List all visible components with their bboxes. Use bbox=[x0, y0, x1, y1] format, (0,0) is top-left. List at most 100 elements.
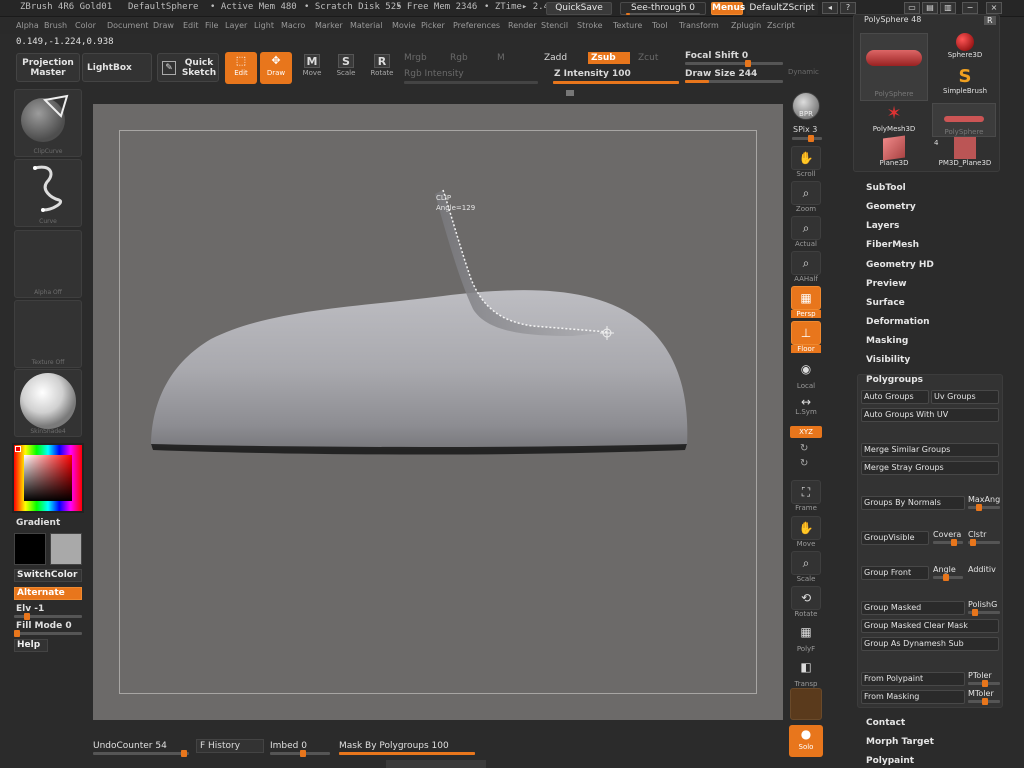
rotate-button[interactable]: R Rotate bbox=[366, 52, 398, 84]
solo-button[interactable]: ● Solo bbox=[789, 725, 823, 757]
scale-button[interactable]: S Scale bbox=[330, 52, 362, 84]
color-picker[interactable] bbox=[12, 443, 84, 513]
lightbox-button[interactable]: LightBox bbox=[82, 53, 152, 82]
menu-file[interactable]: File bbox=[205, 21, 218, 30]
merge-similar-groups-button[interactable]: Merge Similar Groups bbox=[861, 443, 999, 457]
menu-brush[interactable]: Brush bbox=[44, 21, 67, 30]
menu-edit[interactable]: Edit bbox=[183, 21, 199, 30]
menu-zscript[interactable]: Zscript bbox=[767, 21, 795, 30]
preview-menu[interactable]: Preview bbox=[866, 279, 907, 289]
move-view-button[interactable]: ✋ Move bbox=[789, 516, 823, 548]
group-front-button[interactable]: Group Front bbox=[861, 566, 929, 580]
brush-thumbnail[interactable]: ClipCurve bbox=[14, 89, 82, 157]
contact-menu[interactable]: Contact bbox=[866, 718, 905, 728]
menu-color[interactable]: Color bbox=[75, 21, 96, 30]
frame-button[interactable]: ⛶ Frame bbox=[789, 480, 823, 512]
auto-groups-button[interactable]: Auto Groups bbox=[861, 390, 929, 404]
help-icon[interactable]: ? bbox=[840, 2, 856, 14]
geometry-menu[interactable]: Geometry bbox=[866, 202, 916, 212]
spix-slider[interactable]: SPix 3 bbox=[793, 125, 817, 134]
menu-texture[interactable]: Texture bbox=[613, 21, 642, 30]
local-button[interactable]: ◉ Local bbox=[789, 358, 823, 390]
quick-sketch-button[interactable]: ✎ Quick Sketch bbox=[157, 53, 219, 82]
menu-render[interactable]: Render bbox=[508, 21, 536, 30]
bpr-button[interactable]: BPR bbox=[789, 92, 823, 120]
lsym-button[interactable]: ↔ L.Sym bbox=[789, 396, 823, 416]
uv-groups-button[interactable]: Uv Groups bbox=[931, 390, 999, 404]
visibility-menu[interactable]: Visibility bbox=[866, 355, 910, 365]
alpha-thumbnail[interactable]: Alpha Off bbox=[14, 230, 82, 298]
menu-document[interactable]: Document bbox=[107, 21, 148, 30]
layers-menu[interactable]: Layers bbox=[866, 221, 899, 231]
menu-stroke[interactable]: Stroke bbox=[577, 21, 603, 30]
projection-master-button[interactable]: Projection Master bbox=[16, 53, 80, 82]
history-button[interactable]: F History bbox=[196, 739, 264, 753]
group-masked-clear-mask-button[interactable]: Group Masked Clear Mask bbox=[861, 619, 999, 633]
close-icon[interactable]: × bbox=[986, 2, 1002, 14]
groups-by-normals-button[interactable]: Groups By Normals bbox=[861, 496, 965, 510]
xyz-button[interactable]: XYZ bbox=[790, 426, 822, 438]
polygroups-title[interactable]: Polygroups bbox=[866, 375, 923, 385]
stroke-thumbnail[interactable]: Curve bbox=[14, 159, 82, 227]
quicksave-button[interactable]: QuickSave bbox=[546, 2, 612, 15]
draw-size-slider[interactable]: Draw Size 244 bbox=[685, 69, 757, 79]
z-intensity-slider[interactable]: Z Intensity 100 bbox=[554, 69, 631, 79]
texture-thumbnail[interactable]: Texture Off bbox=[14, 300, 82, 368]
zoom-button[interactable]: ⌕ Zoom bbox=[789, 181, 823, 213]
material-thumbnail[interactable]: SkinShade4 bbox=[14, 369, 82, 437]
deformation-menu[interactable]: Deformation bbox=[866, 317, 930, 327]
zcut-button[interactable]: Zcut bbox=[638, 53, 658, 63]
gradient-label[interactable]: Gradient bbox=[16, 518, 60, 528]
menu-light[interactable]: Light bbox=[254, 21, 274, 30]
draw-button[interactable]: ✥ Draw bbox=[260, 52, 292, 84]
surface-menu[interactable]: Surface bbox=[866, 298, 905, 308]
from-masking-button[interactable]: From Masking bbox=[861, 690, 965, 704]
zsub-button[interactable]: Zsub bbox=[588, 52, 630, 64]
sculpt-viewport[interactable]: CLIP Angle=129 bbox=[93, 104, 783, 720]
tool-sphere3d[interactable]: Sphere3D bbox=[934, 33, 996, 67]
polypaint-menu[interactable]: Polypaint bbox=[866, 756, 914, 766]
rotate-view-button[interactable]: ⟲ Rotate bbox=[789, 586, 823, 618]
coverage-slider[interactable]: Covera bbox=[933, 530, 965, 539]
tool-polysphere-current[interactable]: PolySphere bbox=[860, 33, 928, 101]
rotate-y-icon[interactable]: ↻ bbox=[800, 443, 808, 454]
morph-target-menu[interactable]: Morph Target bbox=[866, 737, 934, 747]
menu-alpha[interactable]: Alpha bbox=[16, 21, 39, 30]
rgb-button[interactable]: Rgb bbox=[450, 53, 468, 63]
layout2-icon[interactable]: ▤ bbox=[922, 2, 938, 14]
aahalf-button[interactable]: ⌕ AAHalf bbox=[789, 251, 823, 283]
groupvisible-button[interactable]: GroupVisible bbox=[861, 531, 929, 545]
cluster-slider[interactable]: Clstr bbox=[968, 530, 1002, 539]
secondary-color-swatch[interactable] bbox=[50, 533, 82, 565]
tool-simplebrush[interactable]: S SimpleBrush bbox=[934, 67, 996, 101]
dynamic-button-disabled[interactable] bbox=[790, 688, 822, 720]
move-button[interactable]: M Move bbox=[296, 52, 328, 84]
main-color-swatch[interactable] bbox=[14, 533, 46, 565]
tool-pm3d-plane3d[interactable]: PM3D_Plane3D bbox=[934, 137, 996, 171]
menu-marker[interactable]: Marker bbox=[315, 21, 343, 30]
tool-polysphere[interactable]: PolySphere bbox=[932, 103, 996, 137]
polish-slider[interactable]: PolishG bbox=[968, 600, 1002, 609]
alternate-button[interactable]: Alternate bbox=[14, 587, 82, 600]
elv-slider[interactable]: Elv -1 bbox=[16, 604, 44, 614]
transp-button[interactable]: ◧ Transp bbox=[789, 656, 823, 688]
menu-zplugin[interactable]: Zplugin bbox=[731, 21, 761, 30]
from-polypaint-button[interactable]: From Polypaint bbox=[861, 672, 965, 686]
actual-button[interactable]: ⌕ Actual bbox=[789, 216, 823, 248]
masking-menu[interactable]: Masking bbox=[866, 336, 908, 346]
scroll-button[interactable]: ✋ Scroll bbox=[789, 146, 823, 178]
menu-tool[interactable]: Tool bbox=[652, 21, 668, 30]
scale-view-button[interactable]: ⌕ Scale bbox=[789, 551, 823, 583]
focal-shift-slider[interactable]: Focal Shift 0 bbox=[685, 51, 748, 61]
angle-slider[interactable]: Angle bbox=[933, 565, 965, 574]
polyf-button[interactable]: ▦ PolyF bbox=[789, 621, 823, 653]
menu-macro[interactable]: Macro bbox=[281, 21, 305, 30]
fibermesh-menu[interactable]: FiberMesh bbox=[866, 240, 919, 250]
fill-mode-slider[interactable]: Fill Mode 0 bbox=[16, 621, 72, 631]
menu-movie[interactable]: Movie bbox=[392, 21, 416, 30]
mask-by-polygroups-slider[interactable]: Mask By Polygroups 100 bbox=[339, 741, 449, 751]
geometry-hd-menu[interactable]: Geometry HD bbox=[866, 260, 934, 270]
menu-picker[interactable]: Picker bbox=[421, 21, 445, 30]
additive-slider[interactable]: Additiv bbox=[968, 565, 1002, 574]
tool-plane3d[interactable]: Plane3D bbox=[860, 135, 928, 171]
